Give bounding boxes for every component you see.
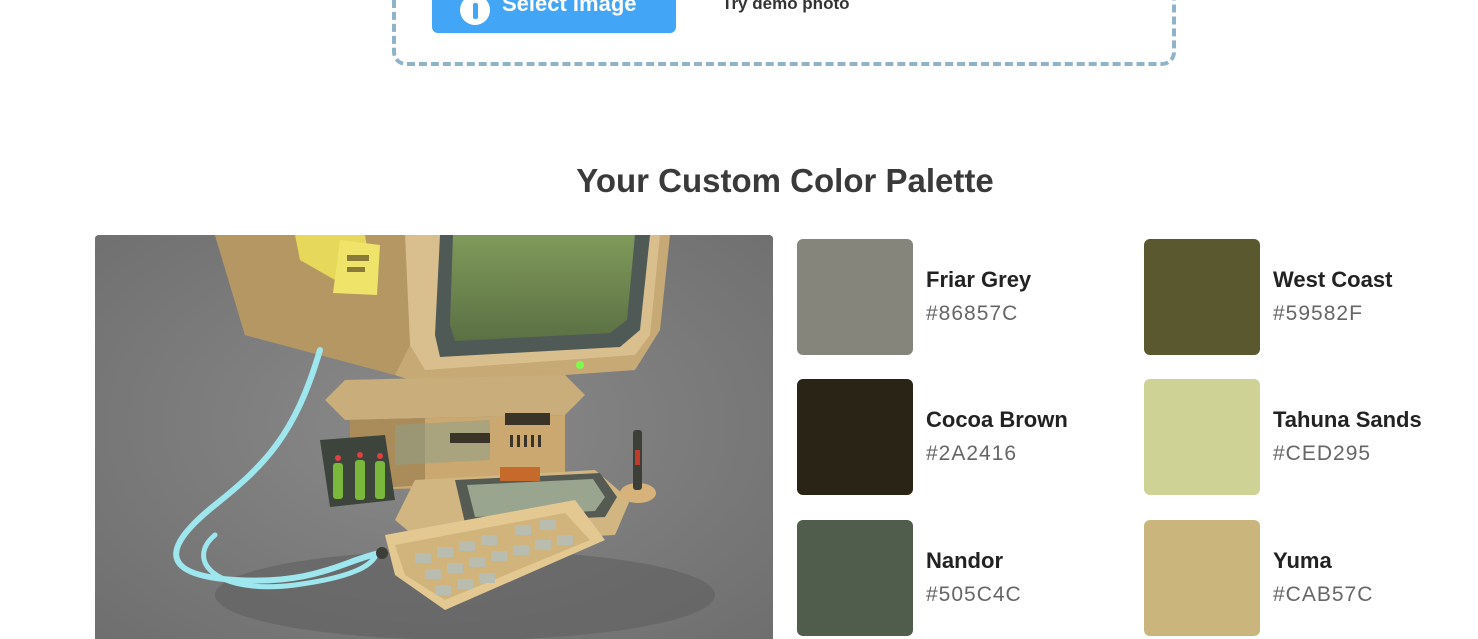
info-icon: [460, 0, 490, 25]
color-name: West Coast: [1273, 267, 1393, 292]
color-swatch[interactable]: [1144, 239, 1260, 355]
color-hex-code[interactable]: #CED295: [1273, 442, 1371, 466]
color-swatch[interactable]: [797, 520, 913, 636]
color-name: Nandor: [926, 548, 1003, 573]
palette-color-item[interactable]: West Coast #59582F: [1144, 239, 1474, 357]
color-hex-code[interactable]: #2A2416: [926, 442, 1017, 466]
color-name: Yuma: [1273, 548, 1332, 573]
color-name: Friar Grey: [926, 267, 1032, 292]
select-image-label: Select Image: [502, 0, 637, 16]
try-demo-photo-link[interactable]: Try demo photo: [722, 0, 850, 14]
color-hex-code[interactable]: #505C4C: [926, 583, 1022, 607]
color-name: Tahuna Sands: [1273, 407, 1422, 432]
color-name: Cocoa Brown: [926, 407, 1068, 432]
palette-color-item[interactable]: Yuma #CAB57C: [1144, 520, 1474, 638]
select-image-button[interactable]: Select Image: [432, 0, 676, 33]
color-swatch[interactable]: [797, 239, 913, 355]
retro-computer-illustration: [95, 235, 773, 639]
color-swatch[interactable]: [1144, 379, 1260, 495]
color-hex-code[interactable]: #86857C: [926, 302, 1018, 326]
palette-color-item[interactable]: Tahuna Sands #CED295: [1144, 379, 1474, 497]
color-hex-code[interactable]: #59582F: [1273, 302, 1363, 326]
palette-color-item[interactable]: Nandor #505C4C: [797, 520, 1127, 638]
uploaded-image-preview: [95, 235, 773, 639]
color-swatch[interactable]: [797, 379, 913, 495]
palette-color-item[interactable]: Friar Grey #86857C: [797, 239, 1127, 357]
color-hex-code[interactable]: #CAB57C: [1273, 583, 1373, 607]
palette-color-item[interactable]: Cocoa Brown #2A2416: [797, 379, 1127, 497]
page: Select Image Try demo photo Your Custom …: [0, 0, 1478, 639]
page-title: Your Custom Color Palette: [576, 162, 994, 199]
color-swatch[interactable]: [1144, 520, 1260, 636]
